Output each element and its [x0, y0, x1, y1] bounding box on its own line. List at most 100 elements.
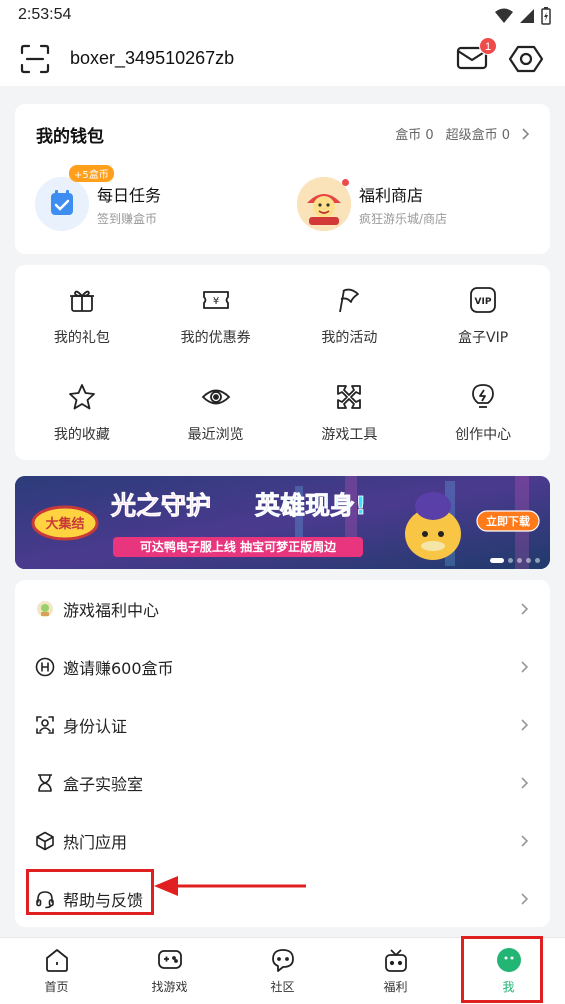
chevron-right-icon	[521, 777, 529, 789]
wallet-title: 我的钱包	[36, 127, 104, 147]
battery-icon	[541, 7, 551, 25]
banner-art: 大集结 光之守护 英雄现身! 可达鸭电子服上线 抽宝可梦正版周边 立即下载	[15, 476, 550, 569]
menu-label: 身份认证	[63, 717, 128, 736]
tab-home[interactable]: 首页	[0, 938, 113, 1004]
grid-item-creator[interactable]: 创作中心	[416, 382, 550, 454]
tab-find-games[interactable]: 找游戏	[113, 938, 226, 1004]
shortcut-grid-card: 我的礼包 ¥ 我的优惠券 我的活动 VIP 盒子VIP 我的收藏 最近浏览 游戏…	[15, 265, 550, 460]
grid-label: 盒子VIP	[458, 330, 509, 346]
promo-banner[interactable]: 大集结 光之守护 英雄现身! 可达鸭电子服上线 抽宝可梦正版周边 立即下载	[15, 476, 550, 569]
grid-item-vip[interactable]: VIP 盒子VIP	[416, 285, 550, 357]
status-time: 2:53:54	[18, 6, 72, 23]
wallet-coins[interactable]: 盒币 0 超级盒币 0	[395, 124, 530, 143]
menu-label: 游戏福利中心	[63, 601, 160, 620]
tab-label: 首页	[44, 980, 69, 994]
chevron-right-icon	[521, 603, 529, 615]
status-icons	[495, 7, 551, 25]
grid-label: 最近浏览	[187, 427, 244, 443]
id-verify-icon	[36, 716, 54, 734]
welfare-shop-sub: 疯狂游乐城/商店	[359, 211, 448, 226]
gift-box-icon	[384, 949, 407, 972]
annotation-highlight-help	[26, 869, 154, 915]
menu-item-welfare-center[interactable]: 游戏福利中心	[15, 580, 550, 638]
bulb-icon	[472, 384, 495, 408]
settings-button[interactable]	[508, 41, 544, 77]
welfare-shop-icon	[297, 177, 351, 231]
grid-item-history[interactable]: 最近浏览	[149, 382, 283, 454]
gamepad-icon	[157, 950, 182, 969]
gift-icon	[69, 290, 94, 312]
daily-task-item[interactable]: +5盒币 每日任务 签到赚盒币	[35, 165, 162, 232]
eye-icon	[201, 389, 230, 405]
daily-task-icon: +5盒币	[35, 165, 114, 231]
status-bar: 2:53:54	[0, 0, 565, 32]
banner-pager	[490, 558, 540, 563]
menu-item-id-verify[interactable]: 身份认证	[15, 696, 550, 754]
coins-count: 盒币 0	[395, 128, 434, 143]
lab-icon	[38, 774, 52, 792]
invite-icon	[35, 657, 55, 677]
banner-headline-a: 光之守护	[110, 491, 211, 520]
wifi-icon	[495, 8, 513, 23]
banner-headline-b: 英雄现身!	[255, 491, 366, 520]
chevron-right-icon	[521, 893, 529, 905]
menu-label: 邀请赚600盒币	[63, 659, 174, 678]
messages-button[interactable]: 1	[455, 37, 497, 76]
banner-subline: 可达鸭电子服上线 抽宝可梦正版周边	[140, 539, 337, 554]
signal-icon	[520, 9, 534, 23]
home-icon	[45, 949, 68, 972]
banner-logo-text: 大集结	[45, 516, 84, 532]
pager-dot	[535, 558, 540, 563]
coin-reward-badge: +5盒币	[69, 165, 114, 182]
svg-text:¥: ¥	[212, 296, 218, 307]
welfare-shop-label: 福利商店	[359, 185, 424, 205]
tab-welfare[interactable]: 福利	[339, 938, 452, 1004]
welfare-shop-item[interactable]: 福利商店 疯狂游乐城/商店	[297, 176, 447, 232]
chevron-right-icon	[522, 127, 530, 140]
grid-item-favorites[interactable]: 我的收藏	[15, 382, 149, 454]
tools-icon	[337, 385, 362, 409]
banner-cta: 立即下载	[486, 514, 530, 528]
annotation-arrow	[154, 876, 306, 896]
settings-icon	[508, 45, 544, 73]
tab-label: 社区	[270, 980, 295, 994]
chevron-right-icon	[521, 661, 529, 673]
grid-label: 游戏工具	[321, 427, 378, 443]
pager-dot	[508, 558, 513, 563]
flag-icon	[339, 288, 360, 313]
username[interactable]: boxer_349510267zb	[70, 48, 234, 69]
annotation-highlight-me-tab	[461, 936, 543, 1003]
grid-item-activity[interactable]: 我的活动	[283, 285, 417, 357]
grid-label: 我的活动	[321, 330, 378, 346]
chevron-right-icon	[521, 719, 529, 731]
mail-badge: 1	[479, 37, 497, 55]
menu-item-lab[interactable]: 盒子实验室	[15, 754, 550, 812]
wallet-card: 我的钱包 盒币 0 超级盒币 0 +5盒币 每日任务 签到赚盒币 福利商店 疯狂…	[15, 104, 550, 254]
grid-item-gift[interactable]: 我的礼包	[15, 285, 149, 357]
daily-task-label: 每日任务	[97, 185, 162, 205]
cube-icon	[36, 831, 54, 851]
grid-label: 我的礼包	[53, 330, 110, 346]
grid-item-coupon[interactable]: ¥ 我的优惠券	[149, 285, 283, 357]
tab-label: 找游戏	[151, 980, 188, 994]
daily-task-sub: 签到赚盒币	[97, 211, 158, 226]
scan-button[interactable]	[18, 42, 52, 76]
profile-header: boxer_349510267zb 1	[0, 32, 565, 86]
grid-item-tools[interactable]: 游戏工具	[283, 382, 417, 454]
chat-icon	[271, 949, 294, 972]
chevron-right-icon	[521, 835, 529, 847]
menu-item-invite[interactable]: 邀请赚600盒币	[15, 638, 550, 696]
tab-label: 福利	[383, 980, 408, 994]
star-icon	[68, 384, 95, 410]
scan-icon	[20, 44, 50, 74]
menu-label: 盒子实验室	[63, 775, 144, 794]
vip-icon: VIP	[470, 287, 497, 313]
menu-item-popular-apps[interactable]: 热门应用	[15, 812, 550, 870]
menu-label: 热门应用	[63, 833, 128, 852]
tab-community[interactable]: 社区	[226, 938, 339, 1004]
grid-label: 我的收藏	[53, 427, 110, 443]
pager-dot	[517, 558, 522, 563]
coupon-icon: ¥	[202, 291, 229, 309]
notification-dot	[342, 179, 349, 186]
grid-label: 我的优惠券	[180, 330, 251, 346]
